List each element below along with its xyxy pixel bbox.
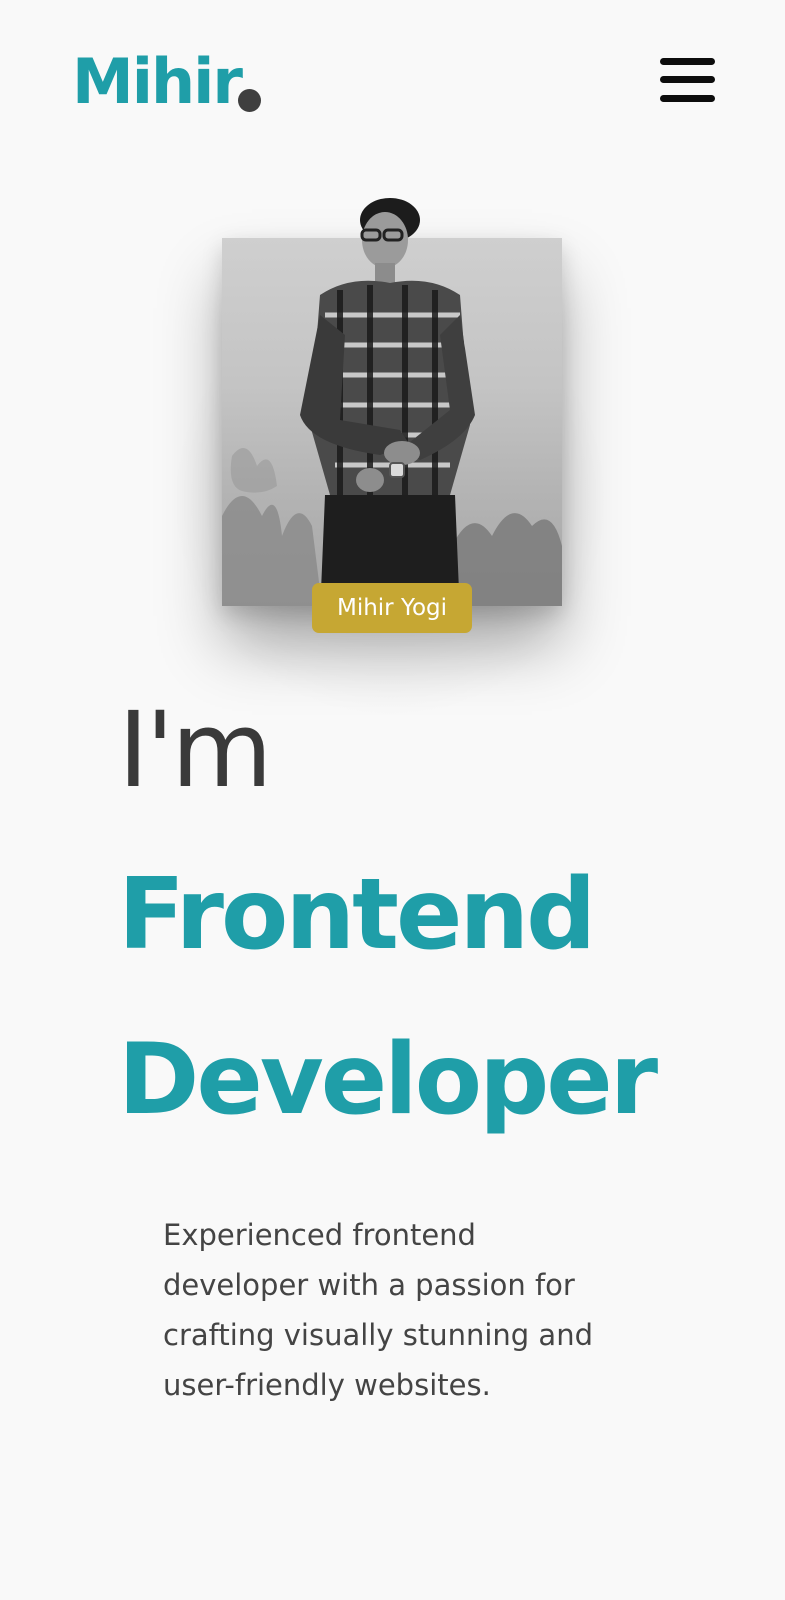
hero-greeting: I'm (118, 689, 273, 811)
logo-text[interactable]: Mihir (72, 46, 243, 118)
person-figure-image (300, 198, 475, 615)
name-badge: Mihir Yogi (312, 583, 472, 633)
menu-bar-bottom (660, 95, 715, 102)
hamburger-menu-icon[interactable] (660, 58, 715, 106)
menu-bar-top (660, 58, 715, 65)
hero-role-line-2: Developer (118, 1023, 658, 1137)
site-header: Mihir (0, 0, 785, 165)
hero-description: Experienced frontend developer with a pa… (163, 1218, 593, 1402)
logo-dot-icon (238, 89, 261, 112)
hero-role-line-1: Frontend (118, 858, 596, 972)
menu-bar-middle (660, 76, 715, 83)
